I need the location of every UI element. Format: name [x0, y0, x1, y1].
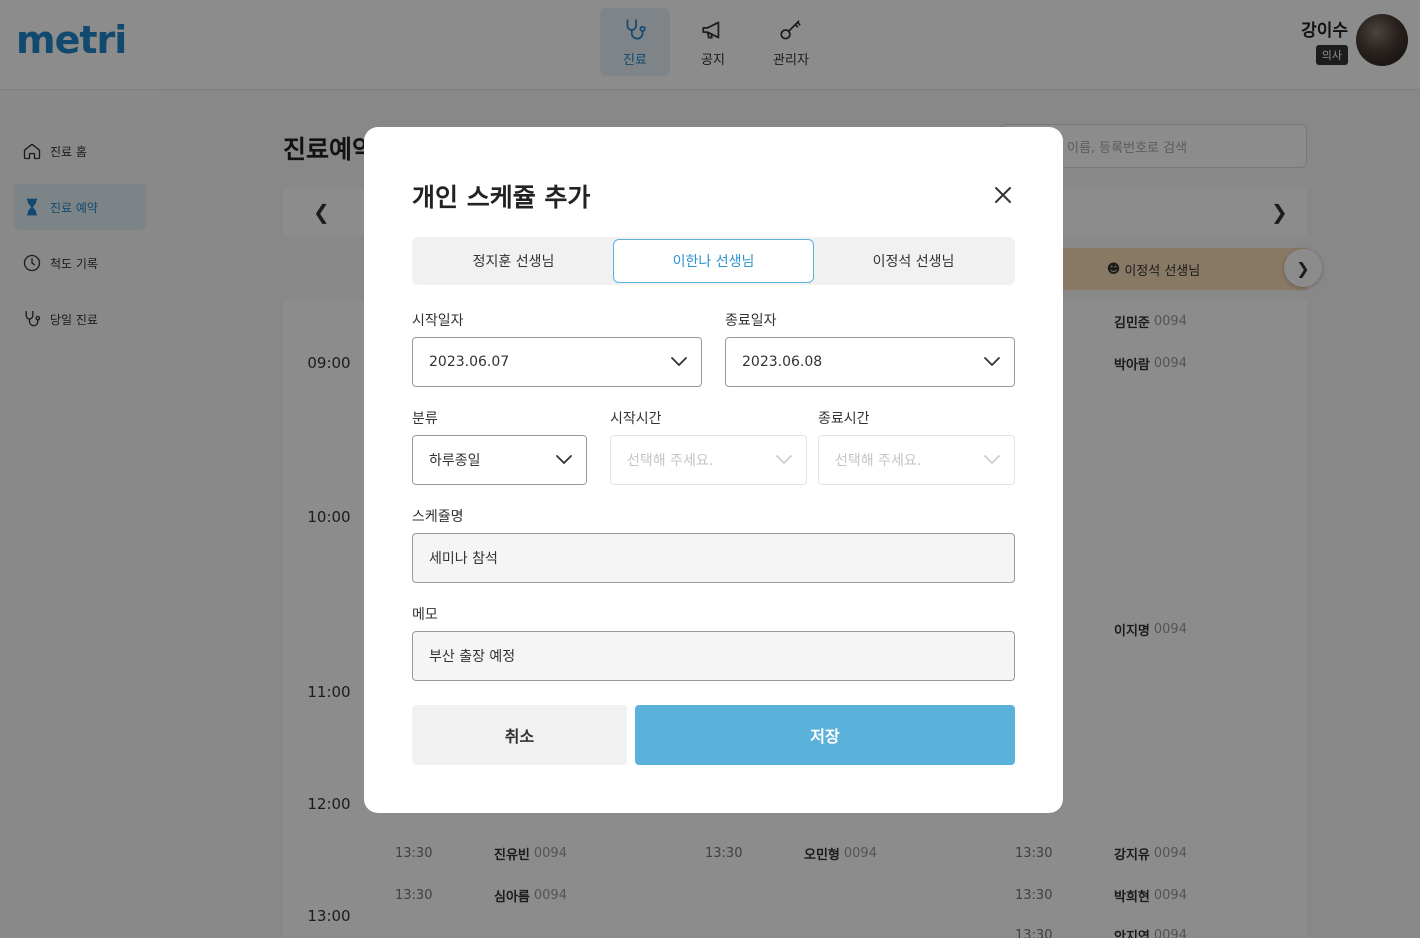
- close-button[interactable]: [990, 182, 1016, 208]
- chevron-down-icon: [556, 455, 572, 464]
- doctor-tab-selected[interactable]: 이한나 선생님: [613, 239, 814, 283]
- end-time-select[interactable]: 선택해 주세요.: [818, 435, 1015, 485]
- schedule-name-input[interactable]: 세미나 참석: [412, 533, 1015, 583]
- save-button[interactable]: 저장: [635, 705, 1015, 765]
- category-value: 하루종일: [429, 453, 481, 469]
- start-time-select[interactable]: 선택해 주세요.: [610, 435, 807, 485]
- chevron-down-icon: [671, 357, 687, 366]
- memo-value: 부산 출장 예정: [429, 649, 516, 665]
- start-date-value: 2023.06.07: [429, 354, 510, 370]
- end-date-select[interactable]: 2023.06.08: [725, 337, 1015, 387]
- start-time-placeholder: 선택해 주세요.: [627, 453, 714, 469]
- category-label: 분류: [412, 411, 438, 427]
- doctor-tab[interactable]: 정지훈 선생님: [414, 239, 613, 283]
- end-date-value: 2023.06.08: [742, 354, 823, 370]
- memo-input[interactable]: 부산 출장 예정: [412, 631, 1015, 681]
- start-date-select[interactable]: 2023.06.07: [412, 337, 702, 387]
- doctor-selector: 정지훈 선생님 이한나 선생님 이정석 선생님: [412, 237, 1015, 285]
- modal-title: 개인 스케쥴 추가: [412, 183, 591, 212]
- chevron-down-icon: [984, 455, 1000, 464]
- chevron-down-icon: [776, 455, 792, 464]
- memo-label: 메모: [412, 607, 438, 623]
- schedule-modal: 개인 스케쥴 추가 정지훈 선생님 이한나 선생님 이정석 선생님 시작일자 2…: [364, 127, 1063, 813]
- start-time-label: 시작시간: [610, 411, 662, 427]
- schedule-name-value: 세미나 참석: [429, 551, 498, 567]
- category-select[interactable]: 하루종일: [412, 435, 587, 485]
- start-date-label: 시작일자: [412, 313, 464, 329]
- doctor-tab[interactable]: 이정석 선생님: [814, 239, 1013, 283]
- schedule-name-label: 스케쥴명: [412, 509, 464, 525]
- end-time-placeholder: 선택해 주세요.: [835, 453, 922, 469]
- end-date-label: 종료일자: [725, 313, 777, 329]
- close-icon: [995, 187, 1011, 203]
- end-time-label: 종료시간: [818, 411, 870, 427]
- cancel-button[interactable]: 취소: [412, 705, 627, 765]
- chevron-down-icon: [984, 357, 1000, 366]
